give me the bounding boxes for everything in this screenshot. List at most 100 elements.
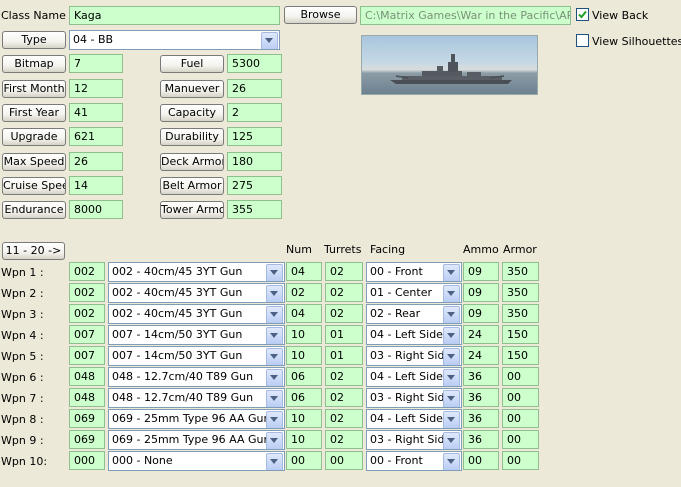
weapon-facing-select[interactable]: 00 - Front (366, 262, 462, 282)
weapon-device-select[interactable]: 007 - 14cm/50 3YT Gun (108, 325, 285, 345)
stat-right-button[interactable]: Belt Armor (160, 177, 224, 195)
weapon-armor-field[interactable]: 350 (502, 262, 539, 281)
weapon-code-field[interactable]: 048 (69, 388, 105, 407)
type-button[interactable]: Type (2, 31, 66, 49)
weapon-facing-select[interactable]: 03 - Right Side (366, 430, 462, 450)
weapon-device-select[interactable]: 000 - None (108, 451, 285, 471)
weapon-ammo-field[interactable]: 36 (463, 409, 499, 428)
weapon-facing-select[interactable]: 04 - Left Side (366, 367, 462, 387)
weapon-armor-field[interactable]: 00 (502, 451, 539, 470)
weapon-device-select[interactable]: 048 - 12.7cm/40 T89 Gun (108, 388, 285, 408)
weapon-code-field[interactable]: 007 (69, 346, 105, 365)
stat-right-button[interactable]: Capacity (160, 104, 224, 122)
weapon-device-select[interactable]: 007 - 14cm/50 3YT Gun (108, 346, 285, 366)
stat-left-button[interactable]: Bitmap (2, 55, 66, 73)
weapon-device-select[interactable]: 069 - 25mm Type 96 AA Gun (108, 430, 285, 450)
weapon-num-field[interactable]: 02 (286, 283, 322, 302)
weapon-turrets-field[interactable]: 01 (325, 346, 363, 365)
weapon-code-field[interactable]: 000 (69, 451, 105, 470)
weapon-armor-field[interactable]: 150 (502, 346, 539, 365)
weapon-num-field[interactable]: 06 (286, 367, 322, 386)
weapon-turrets-field[interactable]: 02 (325, 367, 363, 386)
next-weapons-page-button[interactable]: 11 - 20 -> (2, 242, 65, 260)
weapon-code-field[interactable]: 069 (69, 430, 105, 449)
weapon-code-field[interactable]: 007 (69, 325, 105, 344)
stat-left-button[interactable]: Upgrade (2, 128, 66, 146)
class-name-input[interactable]: Kaga (69, 6, 280, 25)
weapon-armor-field[interactable]: 00 (502, 367, 539, 386)
weapon-num-field[interactable]: 00 (286, 451, 322, 470)
stat-right-value[interactable]: 2 (227, 103, 282, 122)
stat-right-value[interactable]: 125 (227, 127, 282, 146)
weapon-armor-field[interactable]: 150 (502, 325, 539, 344)
weapon-ammo-field[interactable]: 09 (463, 262, 499, 281)
view-back-checkbox[interactable] (576, 8, 589, 21)
stat-right-value[interactable]: 26 (227, 79, 282, 98)
stat-right-button[interactable]: Fuel (160, 55, 224, 73)
stat-right-button[interactable]: Durability (160, 128, 224, 146)
weapon-num-field[interactable]: 10 (286, 346, 322, 365)
weapon-ammo-field[interactable]: 24 (463, 346, 499, 365)
weapon-ammo-field[interactable]: 36 (463, 388, 499, 407)
weapon-device-select[interactable]: 002 - 40cm/45 3YT Gun (108, 283, 285, 303)
stat-left-value[interactable]: 14 (69, 176, 123, 195)
weapon-turrets-field[interactable]: 00 (325, 451, 363, 470)
stat-right-button[interactable]: Deck Armor (160, 153, 224, 171)
weapon-num-field[interactable]: 10 (286, 430, 322, 449)
weapon-armor-field[interactable]: 00 (502, 409, 539, 428)
weapon-ammo-field[interactable]: 36 (463, 367, 499, 386)
stat-right-value[interactable]: 180 (227, 152, 282, 171)
weapon-facing-select[interactable]: 01 - Center (366, 283, 462, 303)
weapon-turrets-field[interactable]: 02 (325, 262, 363, 281)
weapon-device-select[interactable]: 048 - 12.7cm/40 T89 Gun (108, 367, 285, 387)
stat-left-button[interactable]: First Year (2, 104, 66, 122)
weapon-armor-field[interactable]: 00 (502, 430, 539, 449)
stat-left-value[interactable]: 8000 (69, 200, 123, 219)
stat-left-value[interactable]: 7 (69, 54, 123, 73)
stat-left-button[interactable]: Max Speed (2, 153, 66, 171)
weapon-num-field[interactable]: 10 (286, 409, 322, 428)
view-silhouettes-checkbox[interactable] (576, 34, 589, 47)
weapon-num-field[interactable]: 04 (286, 262, 322, 281)
stat-right-button[interactable]: Tower Armor (160, 201, 224, 219)
weapon-device-select[interactable]: 002 - 40cm/45 3YT Gun (108, 304, 285, 324)
weapon-ammo-field[interactable]: 36 (463, 430, 499, 449)
weapon-code-field[interactable]: 002 (69, 262, 105, 281)
weapon-ammo-field[interactable]: 09 (463, 304, 499, 323)
weapon-turrets-field[interactable]: 02 (325, 430, 363, 449)
weapon-ammo-field[interactable]: 09 (463, 283, 499, 302)
weapon-armor-field[interactable]: 350 (502, 304, 539, 323)
weapon-device-select[interactable]: 069 - 25mm Type 96 AA Gun (108, 409, 285, 429)
weapon-facing-select[interactable]: 03 - Right Side (366, 388, 462, 408)
weapon-num-field[interactable]: 10 (286, 325, 322, 344)
stat-right-value[interactable]: 5300 (227, 54, 282, 73)
browse-button[interactable]: Browse (284, 6, 357, 24)
stat-right-value[interactable]: 275 (227, 176, 282, 195)
weapon-turrets-field[interactable]: 01 (325, 325, 363, 344)
stat-left-value[interactable]: 41 (69, 103, 123, 122)
stat-left-button[interactable]: Endurance (2, 201, 66, 219)
weapon-code-field[interactable]: 069 (69, 409, 105, 428)
weapon-ammo-field[interactable]: 00 (463, 451, 499, 470)
weapon-device-select[interactable]: 002 - 40cm/45 3YT Gun (108, 262, 285, 282)
weapon-facing-select[interactable]: 02 - Rear (366, 304, 462, 324)
weapon-facing-select[interactable]: 03 - Right Side (366, 346, 462, 366)
stat-right-value[interactable]: 355 (227, 200, 282, 219)
weapon-num-field[interactable]: 04 (286, 304, 322, 323)
weapon-turrets-field[interactable]: 02 (325, 388, 363, 407)
stat-left-button[interactable]: Cruise Speed (2, 177, 66, 195)
stat-right-button[interactable]: Manuever (160, 80, 224, 98)
stat-left-value[interactable]: 621 (69, 127, 123, 146)
weapon-code-field[interactable]: 002 (69, 283, 105, 302)
weapon-facing-select[interactable]: 04 - Left Side (366, 325, 462, 345)
weapon-num-field[interactable]: 06 (286, 388, 322, 407)
weapon-facing-select[interactable]: 04 - Left Side (366, 409, 462, 429)
stat-left-value[interactable]: 12 (69, 79, 123, 98)
weapon-armor-field[interactable]: 350 (502, 283, 539, 302)
weapon-turrets-field[interactable]: 02 (325, 304, 363, 323)
weapon-turrets-field[interactable]: 02 (325, 283, 363, 302)
weapon-armor-field[interactable]: 00 (502, 388, 539, 407)
stat-left-value[interactable]: 26 (69, 152, 123, 171)
weapon-ammo-field[interactable]: 24 (463, 325, 499, 344)
stat-left-button[interactable]: First Month (2, 80, 66, 98)
